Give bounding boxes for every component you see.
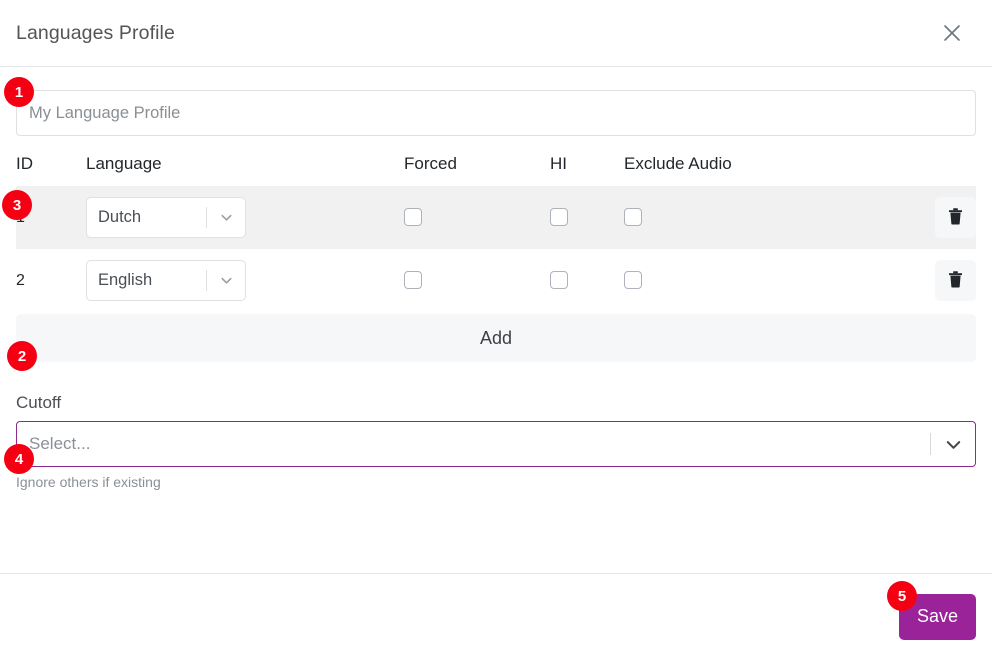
row-hi-cell <box>550 186 624 249</box>
row-actions-cell <box>864 186 976 249</box>
cutoff-label: Cutoff <box>16 393 62 412</box>
chevron-down-icon <box>207 273 245 288</box>
cutoff-select-value: Select... <box>29 434 91 453</box>
cutoff-section: Cutoff Select... Ignore others if existi… <box>16 393 976 490</box>
hi-checkbox[interactable] <box>550 271 568 290</box>
column-header-id: ID <box>16 154 33 173</box>
step-badge-2: 2 <box>7 341 37 371</box>
step-badge-1: 1 <box>4 77 34 107</box>
row-actions-cell <box>864 249 976 312</box>
column-header-hi: HI <box>550 154 567 173</box>
trash-icon <box>947 207 964 229</box>
cutoff-select[interactable]: Select... <box>16 421 976 467</box>
column-header-actions <box>864 154 976 186</box>
page-title: Languages Profile <box>16 21 175 44</box>
column-header-forced: Forced <box>404 154 457 173</box>
forced-checkbox[interactable] <box>404 208 422 227</box>
add-language-row-button[interactable]: Add <box>16 314 976 362</box>
step-badge-4: 4 <box>4 444 34 474</box>
language-select[interactable]: English <box>86 260 246 301</box>
forced-checkbox[interactable] <box>404 271 422 290</box>
language-select[interactable]: Dutch <box>86 197 246 238</box>
delete-row-button[interactable] <box>935 260 976 301</box>
language-select-value: Dutch <box>98 208 142 226</box>
row-language-cell: English <box>86 249 404 312</box>
column-header-language: Language <box>86 154 162 173</box>
profile-name-field-wrap <box>16 67 976 136</box>
row-forced-cell <box>404 249 550 312</box>
language-select-value: English <box>98 271 153 289</box>
chevron-down-icon <box>931 435 975 454</box>
table-row: 1 Dutch <box>16 186 976 249</box>
row-forced-cell <box>404 186 550 249</box>
delete-row-button[interactable] <box>935 197 976 238</box>
row-hi-cell <box>550 249 624 312</box>
row-language-cell: Dutch <box>86 186 404 249</box>
column-header-exclude-audio: Exclude Audio <box>624 154 732 173</box>
modal-body: ID Language Forced HI Exclude Audio 1 Du… <box>0 67 992 573</box>
chevron-down-icon <box>207 210 245 225</box>
hi-checkbox[interactable] <box>550 208 568 227</box>
close-icon <box>943 24 961 42</box>
modal-header: Languages Profile <box>0 0 992 67</box>
languages-profile-modal: Languages Profile ID Language <box>0 0 992 659</box>
step-badge-3: 3 <box>2 190 32 220</box>
languages-table: ID Language Forced HI Exclude Audio 1 Du… <box>16 154 976 312</box>
table-header-row: ID Language Forced HI Exclude Audio <box>16 154 976 186</box>
row-exclude-audio-cell <box>624 186 864 249</box>
trash-icon <box>947 270 964 292</box>
table-body: 1 Dutch <box>16 186 976 312</box>
exclude-audio-checkbox[interactable] <box>624 271 642 290</box>
table-row: 2 English <box>16 249 976 312</box>
cutoff-help-text: Ignore others if existing <box>16 474 161 490</box>
step-badge-5: 5 <box>887 581 917 611</box>
close-button[interactable] <box>936 17 968 49</box>
modal-footer: Save <box>0 573 992 659</box>
table-header: ID Language Forced HI Exclude Audio <box>16 154 976 186</box>
exclude-audio-checkbox[interactable] <box>624 208 642 227</box>
profile-name-input[interactable] <box>16 90 976 136</box>
row-exclude-audio-cell <box>624 249 864 312</box>
row-id: 2 <box>16 271 25 289</box>
